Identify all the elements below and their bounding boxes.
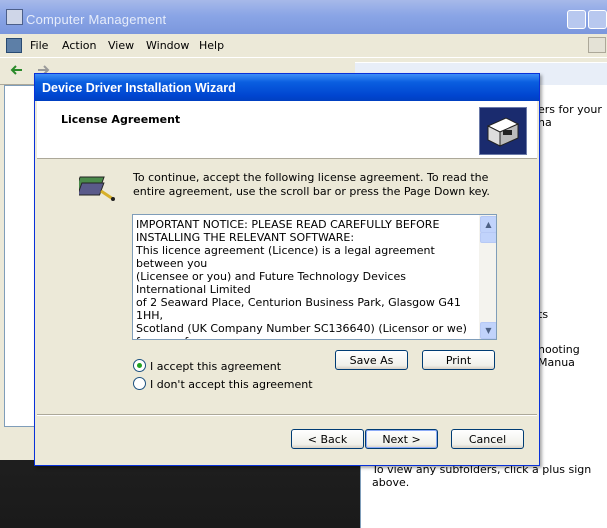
menu-view[interactable]: View [108, 39, 134, 52]
menu-file[interactable]: File [30, 39, 48, 52]
right-pane-text-1: ers for your ha [538, 103, 602, 129]
save-as-button[interactable]: Save As [335, 350, 408, 370]
back-arrow-icon[interactable] [10, 63, 24, 77]
cancel-button[interactable]: Cancel [451, 429, 524, 449]
wizard-intro-icon [79, 176, 115, 201]
menu-action[interactable]: Action [62, 39, 96, 52]
system-menu-icon[interactable] [6, 38, 22, 53]
accept-radio-indicator[interactable] [133, 359, 146, 372]
wizard-header-icon [479, 107, 527, 155]
minimize-button[interactable] [567, 10, 586, 29]
menu-window[interactable]: Window [146, 39, 189, 52]
main-title-bar: Computer Management [0, 0, 607, 34]
license-textbox[interactable]: IMPORTANT NOTICE: PLEASE READ CAREFULLY … [132, 214, 497, 340]
decline-radio-indicator[interactable] [133, 377, 146, 390]
wizard-header: License Agreement [37, 101, 537, 159]
tree-pane[interactable] [4, 85, 36, 427]
maximize-button[interactable] [588, 10, 607, 29]
print-button[interactable]: Print [422, 350, 495, 370]
right-pane-text-3: hooting Manua [538, 343, 580, 369]
subfolder-hint: To view any subfolders, click a plus sig… [372, 463, 592, 489]
computer-management-icon [6, 9, 23, 25]
wizard-dialog: Device Driver Installation Wizard Licens… [34, 73, 540, 466]
license-text: IMPORTANT NOTICE: PLEASE READ CAREFULLY … [136, 218, 467, 339]
scroll-down-icon[interactable]: ▼ [480, 322, 496, 339]
next-button[interactable]: Next > [365, 429, 438, 449]
button-separator [37, 414, 537, 416]
wizard-title: Device Driver Installation Wizard [42, 81, 236, 95]
main-window-title: Computer Management [26, 12, 167, 27]
scroll-thumb[interactable] [480, 232, 496, 243]
wizard-title-bar: Device Driver Installation Wizard [35, 74, 539, 101]
decline-radio-label: I don't accept this agreement [150, 378, 313, 391]
accept-radio[interactable]: I accept this agreement [133, 359, 281, 373]
license-scrollbar[interactable]: ▲ ▼ [479, 215, 496, 339]
intro-text: To continue, accept the following licens… [133, 171, 490, 198]
scroll-up-icon[interactable]: ▲ [480, 216, 496, 233]
menu-bar: File Action View Window Help [0, 34, 607, 56]
wizard-header-title: License Agreement [61, 113, 181, 126]
back-button[interactable]: < Back [291, 429, 364, 449]
restore-icon[interactable] [588, 37, 606, 53]
decline-radio[interactable]: I don't accept this agreement [133, 377, 313, 391]
accept-radio-label: I accept this agreement [150, 360, 282, 373]
menu-help[interactable]: Help [199, 39, 224, 52]
